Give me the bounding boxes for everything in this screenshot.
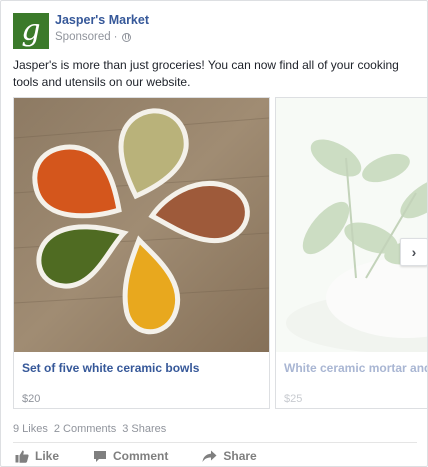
carousel-item-title[interactable]: White ceramic mortar and pes: [284, 361, 427, 375]
action-bar: Like Comment Share: [13, 447, 417, 465]
page-name-link[interactable]: Jasper's Market: [55, 13, 149, 27]
sponsored-post-card: g Jasper's Market Sponsored · Jasper's i…: [0, 0, 428, 467]
comment-icon: [93, 450, 107, 463]
carousel-item-price: $20: [22, 393, 41, 405]
actions-divider: [13, 442, 417, 443]
comment-button[interactable]: Comment: [93, 447, 168, 465]
spice-bowls-image: [14, 98, 269, 352]
carousel-item-price: $25: [284, 393, 303, 405]
share-label: Share: [223, 449, 257, 463]
post-text: Jasper's is more than just groceries! Yo…: [13, 58, 399, 89]
like-label: Like: [35, 449, 60, 463]
separator-dot: ·: [113, 31, 118, 43]
avatar-letter: g: [21, 13, 41, 48]
product-carousel: Set of five white ceramic bowls $20 Whit…: [13, 97, 427, 409]
carousel-item-title[interactable]: Set of five white ceramic bowls: [22, 361, 199, 375]
share-arrow-icon: [202, 450, 217, 463]
sponsored-label[interactable]: Sponsored: [55, 31, 111, 43]
carousel-next-button[interactable]: ›: [400, 238, 427, 266]
shares-count[interactable]: 3 Shares: [122, 423, 166, 435]
carousel-item-bowls[interactable]: Set of five white ceramic bowls $20: [13, 97, 270, 409]
mint-mortar-image: [276, 98, 427, 352]
globe-icon[interactable]: [122, 32, 132, 42]
thumbs-up-icon: [15, 450, 29, 463]
spice-bowls-illustration: [14, 98, 269, 352]
like-button[interactable]: Like: [15, 447, 59, 465]
comment-label: Comment: [113, 449, 169, 463]
comments-count[interactable]: 2 Comments: [54, 423, 116, 435]
chevron-right-icon: ›: [411, 244, 417, 260]
sponsored-line: Sponsored ·: [55, 31, 132, 43]
share-button[interactable]: Share: [202, 447, 257, 465]
engagement-stats: 9 Likes 2 Comments 3 Shares: [13, 423, 166, 435]
mint-plant-illustration: [276, 98, 427, 352]
likes-count[interactable]: 9 Likes: [13, 423, 48, 435]
page-avatar[interactable]: g: [13, 13, 49, 49]
